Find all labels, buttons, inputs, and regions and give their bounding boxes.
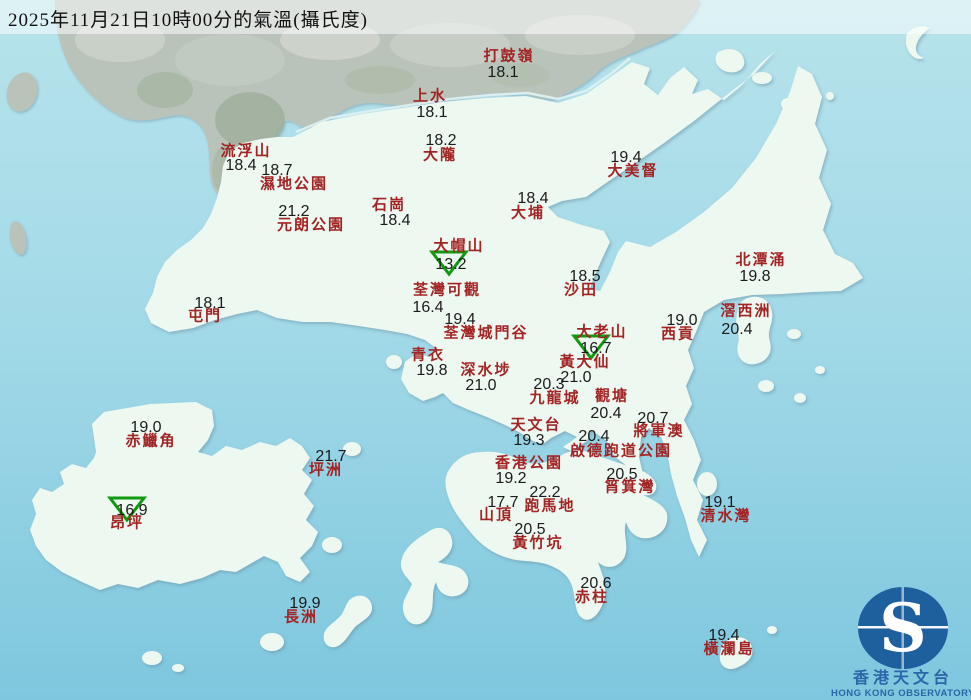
map-title: 2025年11月21日10時00分的氣溫(攝氏度) bbox=[8, 10, 368, 31]
hei-ling-chau-island bbox=[322, 537, 342, 553]
map-canvas: S 香港天文台 HONG KONG OBSERVATORY bbox=[0, 0, 971, 700]
soko-island bbox=[142, 651, 162, 665]
basalt-islet bbox=[815, 366, 825, 374]
tap-mun-island bbox=[798, 121, 814, 135]
waglan-islet bbox=[767, 626, 777, 634]
soko-islet bbox=[172, 664, 184, 672]
peng-chau-island bbox=[343, 442, 361, 456]
shelter-island bbox=[758, 380, 774, 392]
grass-island bbox=[781, 98, 795, 110]
shek-kwu-chau-island bbox=[260, 633, 284, 651]
ma-wan-island bbox=[386, 355, 402, 369]
bluff-islet bbox=[794, 393, 806, 403]
hk-temperature-map: S 香港天文台 HONG KONG OBSERVATORY 打鼓嶺 18.1 上水 1… bbox=[0, 0, 971, 700]
mirs-bay-islet bbox=[826, 92, 834, 100]
hko-logo-chinese-name: 香港天文台 bbox=[852, 668, 953, 687]
tung-lung-island bbox=[697, 472, 717, 496]
jin-island bbox=[787, 329, 801, 339]
kau-sai-chau-island bbox=[736, 296, 773, 365]
hko-logo-monogram: S bbox=[879, 589, 927, 667]
crescent-island bbox=[752, 72, 772, 84]
hko-logo-english-name: HONG KONG OBSERVATORY bbox=[831, 688, 971, 699]
